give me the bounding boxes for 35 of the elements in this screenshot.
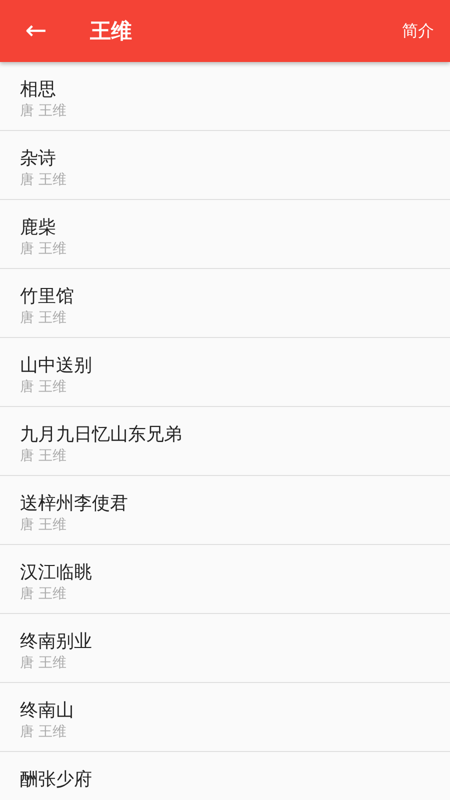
poem-title: 山中送别 [20,354,92,378]
poem-item[interactable]: 酬张少府 [0,752,450,800]
poem-title: 相思 [20,78,56,102]
poem-item[interactable]: 终南山 唐 王维 [0,683,450,752]
poem-item[interactable]: 终南别业 唐 王维 [0,614,450,683]
page-title: 王维 [90,18,133,45]
poem-item[interactable]: 送梓州李使君 唐 王维 [0,476,450,545]
poem-author: 唐 王维 [20,309,66,327]
poem-title: 汉江临眺 [20,561,92,585]
poem-item[interactable]: 相思 唐 王维 [0,62,450,131]
poem-title: 送梓州李使君 [20,492,128,516]
poem-title: 鹿柴 [20,216,56,240]
poem-author: 唐 王维 [20,171,66,189]
poem-author: 唐 王维 [20,447,66,465]
poem-title: 九月九日忆山东兄弟 [20,423,182,447]
poem-title: 酬张少府 [20,768,92,792]
poem-title: 竹里馆 [20,285,74,309]
poem-item[interactable]: 杂诗 唐 王维 [0,131,450,200]
poem-title: 终南山 [20,699,74,723]
poem-author: 唐 王维 [20,516,66,534]
poem-item[interactable]: 山中送别 唐 王维 [0,338,450,407]
poem-item[interactable]: 汉江临眺 唐 王维 [0,545,450,614]
poem-item[interactable]: 竹里馆 唐 王维 [0,269,450,338]
poem-author: 唐 王维 [20,240,66,258]
poem-title: 杂诗 [20,147,56,171]
poem-author: 唐 王维 [20,654,66,672]
poem-item[interactable]: 九月九日忆山东兄弟 唐 王维 [0,407,450,476]
poem-author: 唐 王维 [20,378,66,396]
poem-author: 唐 王维 [20,723,66,741]
poem-item[interactable]: 鹿柴 唐 王维 [0,200,450,269]
intro-button[interactable]: 简介 [402,16,434,46]
poem-title: 终南别业 [20,630,92,654]
poem-author: 唐 王维 [20,585,66,603]
poem-author: 唐 王维 [20,102,66,120]
back-button[interactable]: ← [20,18,52,44]
